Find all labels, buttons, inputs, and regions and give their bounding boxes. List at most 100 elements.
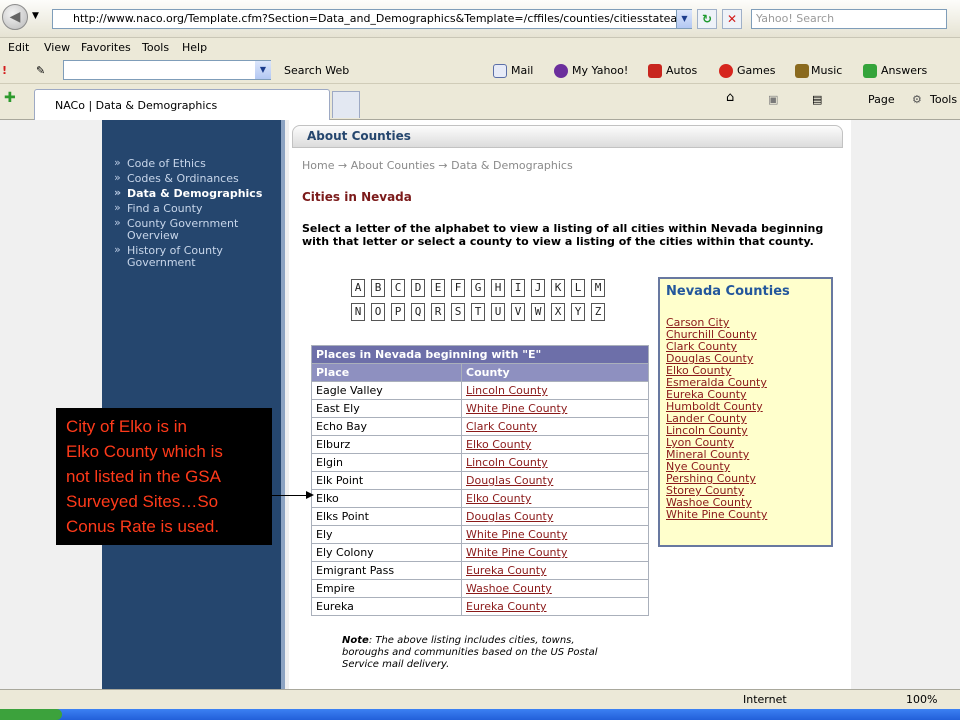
letter-g-button[interactable]: G: [471, 279, 485, 297]
letter-b-button[interactable]: B: [371, 279, 385, 297]
letter-x-button[interactable]: X: [551, 303, 565, 321]
letter-f-button[interactable]: F: [451, 279, 465, 297]
table-row: Ely Colony White Pine County: [311, 543, 649, 562]
refresh-button[interactable]: ↻: [697, 9, 717, 29]
county-cell: Eureka County: [461, 561, 649, 580]
county-link[interactable]: Clark County: [466, 420, 537, 433]
answers-button[interactable]: Answers: [881, 64, 927, 77]
letter-l-button[interactable]: L: [571, 279, 585, 297]
county-link[interactable]: White Pine County: [466, 402, 567, 415]
place-cell: Elburz: [311, 435, 462, 454]
table-row: Elko Elko County: [311, 489, 649, 508]
start-button[interactable]: [0, 709, 62, 720]
sidebar-item-data-demographics[interactable]: Data & Demographics: [112, 187, 282, 200]
address-toolbar: ◀ ▼ http://www.naco.org/Template.cfm?Sec…: [0, 0, 960, 38]
sidebar-item-history-of-county-government[interactable]: History of County Government: [112, 244, 282, 269]
letter-o-button[interactable]: O: [371, 303, 385, 321]
place-cell: Elko: [311, 489, 462, 508]
new-tab-button[interactable]: [332, 91, 360, 118]
menu-help[interactable]: Help: [182, 41, 207, 54]
county-link[interactable]: Lincoln County: [466, 456, 548, 469]
letter-p-button[interactable]: P: [391, 303, 405, 321]
music-button[interactable]: Music: [811, 64, 842, 77]
menu-tools[interactable]: Tools: [142, 41, 169, 54]
letter-u-button[interactable]: U: [491, 303, 505, 321]
yahoo-search-dropdown-icon[interactable]: ▼: [255, 61, 271, 79]
county-link[interactable]: Elko County: [466, 492, 531, 505]
letter-m-button[interactable]: M: [591, 279, 605, 297]
annotation-line: Elko County which is: [66, 442, 223, 461]
place-cell: Echo Bay: [311, 417, 462, 436]
letter-z-button[interactable]: Z: [591, 303, 605, 321]
search-web-button[interactable]: Search Web: [284, 64, 349, 77]
letter-r-button[interactable]: R: [431, 303, 445, 321]
letter-q-button[interactable]: Q: [411, 303, 425, 321]
print-icon[interactable]: ▤: [812, 93, 822, 106]
place-cell: Empire: [311, 579, 462, 598]
county-link[interactable]: Elko County: [466, 438, 531, 451]
back-button[interactable]: ◀: [2, 4, 28, 30]
address-dropdown-icon[interactable]: ▼: [676, 10, 692, 28]
yahoo-logo-icon[interactable]: !: [2, 64, 7, 77]
back-dropdown-icon[interactable]: ▼: [32, 11, 39, 21]
search-input[interactable]: Yahoo! Search: [751, 9, 947, 29]
letter-k-button[interactable]: K: [551, 279, 565, 297]
address-bar[interactable]: http://www.naco.org/Template.cfm?Section…: [52, 9, 692, 29]
county-cell: White Pine County: [461, 525, 649, 544]
county-link[interactable]: Lincoln County: [466, 384, 548, 397]
autos-button[interactable]: Autos: [666, 64, 697, 77]
sidebar-item-code-of-ethics[interactable]: Code of Ethics: [112, 157, 282, 170]
add-favorite-icon[interactable]: ✚: [4, 90, 16, 106]
menu-favorites[interactable]: Favorites: [81, 41, 131, 54]
menu-edit[interactable]: Edit: [8, 41, 29, 54]
letter-h-button[interactable]: H: [491, 279, 505, 297]
yahoo-search-input[interactable]: [63, 60, 271, 80]
stop-button[interactable]: ✕: [722, 9, 742, 29]
table-row: Empire Washoe County: [311, 579, 649, 598]
mail-button[interactable]: Mail: [511, 64, 533, 77]
letter-e-button[interactable]: E: [431, 279, 445, 297]
letter-v-button[interactable]: V: [511, 303, 525, 321]
county-link[interactable]: Douglas County: [466, 510, 553, 523]
home-icon[interactable]: ⌂: [726, 90, 734, 105]
annotation-line: not listed in the GSA: [66, 467, 221, 486]
main-content: About Counties Home → About Counties → D…: [289, 120, 851, 689]
sidebar-item-find-a-county[interactable]: Find a County: [112, 202, 282, 215]
letter-c-button[interactable]: C: [391, 279, 405, 297]
letter-n-button[interactable]: N: [351, 303, 365, 321]
county-link[interactable]: White Pine County: [466, 528, 567, 541]
pencil-icon[interactable]: ✎: [36, 64, 45, 77]
tab-active[interactable]: NACo | Data & Demographics: [34, 89, 330, 120]
letter-t-button[interactable]: T: [471, 303, 485, 321]
letter-d-button[interactable]: D: [411, 279, 425, 297]
page-menu[interactable]: Page: [868, 93, 895, 106]
taskbar: [0, 709, 960, 720]
county-cell: Lincoln County: [461, 381, 649, 400]
tools-menu[interactable]: Tools: [930, 93, 957, 106]
answers-icon: [863, 64, 877, 78]
breadcrumb[interactable]: Home → About Counties → Data & Demograph…: [302, 159, 573, 172]
place-cell: Eureka: [311, 597, 462, 616]
letter-a-button[interactable]: A: [351, 279, 365, 297]
county-link[interactable]: Eureka County: [466, 600, 547, 613]
county-link[interactable]: Eureka County: [466, 564, 547, 577]
letter-j-button[interactable]: J: [531, 279, 545, 297]
games-button[interactable]: Games: [737, 64, 775, 77]
letter-w-button[interactable]: W: [531, 303, 545, 321]
table-row: Elgin Lincoln County: [311, 453, 649, 472]
my-yahoo-button[interactable]: My Yahoo!: [572, 64, 628, 77]
county-link[interactable]: Washoe County: [466, 582, 552, 595]
county-link[interactable]: Douglas County: [466, 474, 553, 487]
place-cell: Emigrant Pass: [311, 561, 462, 580]
letter-y-button[interactable]: Y: [571, 303, 585, 321]
letter-s-button[interactable]: S: [451, 303, 465, 321]
letter-i-button[interactable]: I: [511, 279, 525, 297]
zoom-level[interactable]: 100%: [906, 693, 937, 706]
feeds-icon[interactable]: ▣: [768, 93, 778, 106]
county-list-link[interactable]: White Pine County: [666, 509, 767, 521]
sidebar-item-county-government-overview[interactable]: County Government Overview: [112, 217, 282, 242]
sidebar-item-codes-ordinances[interactable]: Codes & Ordinances: [112, 172, 282, 185]
county-link[interactable]: White Pine County: [466, 546, 567, 559]
menu-view[interactable]: View: [44, 41, 70, 54]
my-yahoo-icon: [554, 64, 568, 78]
